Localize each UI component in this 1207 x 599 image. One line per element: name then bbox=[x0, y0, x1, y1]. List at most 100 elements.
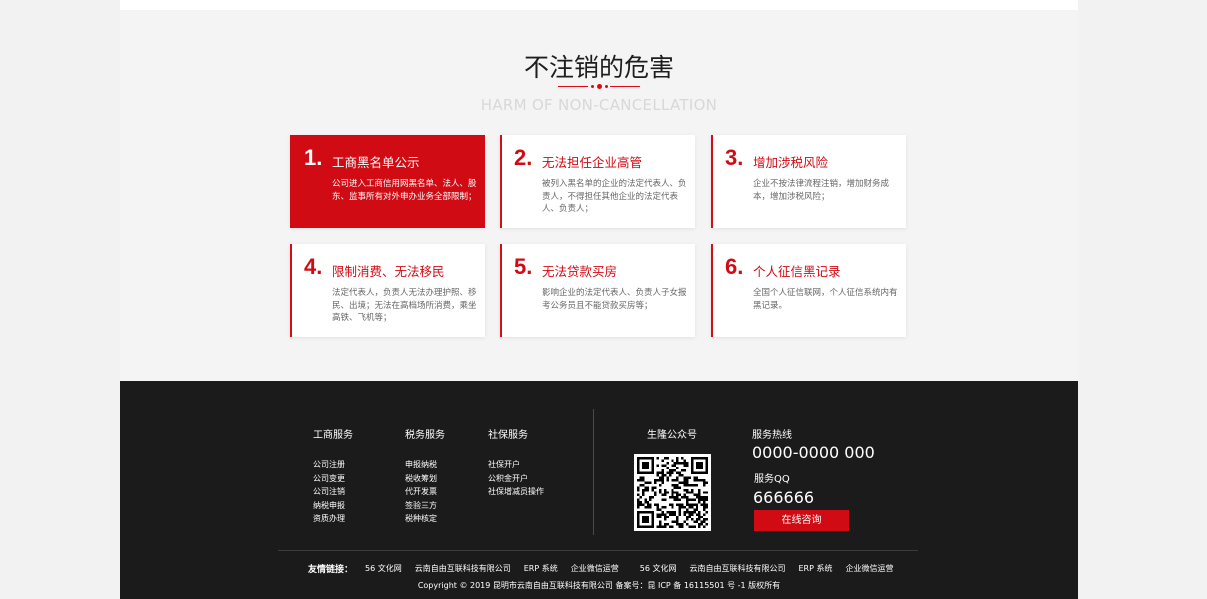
qr-module bbox=[671, 493, 674, 497]
qr-module bbox=[698, 510, 701, 514]
qr-module bbox=[681, 461, 684, 465]
qr-module bbox=[659, 491, 662, 494]
qr-module bbox=[698, 518, 701, 521]
qr-module bbox=[637, 469, 640, 472]
qr-module bbox=[685, 508, 689, 511]
qr-module bbox=[651, 457, 655, 460]
qr-module bbox=[698, 498, 701, 502]
qr-module bbox=[678, 461, 682, 465]
footer-link[interactable]: 社保增减员操作 bbox=[488, 485, 544, 499]
qr-module bbox=[671, 503, 674, 506]
qr-module bbox=[690, 505, 694, 509]
footer-link[interactable]: 税收筹划 bbox=[405, 472, 445, 486]
qr-module bbox=[654, 479, 657, 482]
footer-link[interactable]: 申报纳税 bbox=[405, 458, 445, 472]
qr-module bbox=[666, 510, 669, 514]
footer-link[interactable]: 公司变更 bbox=[313, 472, 353, 486]
qr-module bbox=[668, 469, 672, 472]
qr-module bbox=[663, 525, 667, 528]
footer-link[interactable]: 资质办理 bbox=[313, 512, 353, 526]
qr-module bbox=[688, 476, 691, 480]
qr-module bbox=[671, 471, 674, 475]
qr-module bbox=[654, 486, 657, 489]
footer-link[interactable]: 公积金开户 bbox=[488, 472, 544, 486]
qr-module bbox=[685, 488, 689, 492]
qr-module bbox=[690, 464, 694, 467]
qr-module bbox=[671, 483, 674, 487]
qr-module bbox=[644, 505, 647, 509]
footer-link[interactable]: 公司注销 bbox=[313, 485, 353, 499]
footer-link[interactable]: 社保开户 bbox=[488, 458, 544, 472]
qr-module bbox=[639, 510, 642, 514]
harm-card-2[interactable]: 2. 无法担任企业高管 被列入黑名单的企业的法定代表人、负责人，不得担任其他企业… bbox=[500, 135, 695, 228]
friend-link[interactable]: 56 文化网 bbox=[640, 563, 677, 574]
qr-module bbox=[644, 461, 647, 465]
qr-module bbox=[646, 510, 650, 514]
qr-module bbox=[676, 483, 679, 487]
qr-module bbox=[705, 457, 708, 460]
qr-module bbox=[651, 513, 655, 516]
friend-link[interactable]: ERP 系统 bbox=[524, 563, 558, 574]
qr-module bbox=[641, 503, 645, 506]
qr-module bbox=[705, 464, 708, 467]
friend-link[interactable]: 企业微信运营 bbox=[845, 563, 893, 574]
harm-card-3[interactable]: 3. 增加涉税风险 企业不按法律流程注销，增加财务成本，增加涉税风险； bbox=[711, 135, 906, 228]
footer-link[interactable]: 公司注册 bbox=[313, 458, 353, 472]
qr-module bbox=[683, 513, 686, 516]
qr-module bbox=[700, 479, 704, 482]
qr-module bbox=[676, 503, 679, 506]
card-title: 无法贷款买房 bbox=[542, 264, 618, 279]
qr-module bbox=[695, 496, 699, 499]
qr-module bbox=[698, 491, 701, 494]
qr-module bbox=[671, 496, 674, 499]
online-consult-button[interactable]: 在线咨询 bbox=[754, 510, 849, 531]
qr-module bbox=[649, 503, 652, 506]
footer-link[interactable]: 代开发票 bbox=[405, 485, 445, 499]
qr-module bbox=[646, 486, 650, 489]
qr-module bbox=[671, 459, 674, 462]
friend-link[interactable]: 云南自由互联科技有限公司 bbox=[415, 563, 511, 574]
qr-module bbox=[654, 503, 657, 506]
qr-module bbox=[681, 523, 684, 526]
qr-module bbox=[676, 486, 679, 489]
footer-link[interactable]: 纳税申报 bbox=[313, 499, 353, 513]
qr-module bbox=[641, 518, 645, 521]
harm-card-4[interactable]: 4. 限制消费、无法移民 法定代表人，负责人无法办理护照、移民、出境；无法在高档… bbox=[290, 244, 485, 337]
qr-module bbox=[685, 483, 689, 487]
qr-module bbox=[656, 474, 660, 477]
qr-module bbox=[703, 491, 706, 494]
qr-module bbox=[637, 510, 640, 514]
harm-card-5[interactable]: 5. 无法贷款买房 影响企业的法定代表人、负责人子女报考公务员且不能贷款买房等； bbox=[500, 244, 695, 337]
qr-module bbox=[663, 505, 667, 509]
qr-module bbox=[644, 486, 647, 489]
footer-link[interactable]: 税种核定 bbox=[405, 512, 445, 526]
qr-module bbox=[695, 461, 699, 465]
qr-module bbox=[681, 505, 684, 509]
friend-link[interactable]: 云南自由互联科技有限公司 bbox=[689, 563, 785, 574]
qr-module bbox=[661, 479, 664, 482]
qr-module bbox=[695, 466, 699, 470]
qr-module bbox=[695, 471, 699, 475]
hotline-label: 服务热线 bbox=[752, 430, 792, 441]
friend-link[interactable]: 56 文化网 bbox=[365, 563, 402, 574]
qr-module bbox=[641, 471, 645, 475]
harm-card-1[interactable]: 1. 工商黑名单公示 公司进入工商信用网黑名单、法人、股东、监事所有对外申办业务… bbox=[290, 135, 485, 228]
friend-link[interactable]: 企业微信运营 bbox=[571, 563, 619, 574]
qr-module bbox=[651, 523, 655, 526]
qr-module bbox=[705, 466, 708, 470]
qr-module bbox=[698, 515, 701, 519]
qr-module bbox=[661, 510, 664, 514]
qr-module bbox=[637, 515, 640, 519]
qr-module bbox=[678, 510, 682, 514]
qr-module bbox=[661, 474, 664, 477]
qr-module bbox=[666, 515, 669, 519]
footer-link[interactable]: 签验三方 bbox=[405, 499, 445, 513]
qr-module bbox=[641, 466, 645, 470]
qr-module bbox=[681, 469, 684, 472]
qr-module bbox=[661, 464, 664, 467]
qr-module bbox=[663, 474, 667, 477]
harm-card-6[interactable]: 6. 个人征信黑记录 全国个人征信联网，个人征信系统内有黑记录。 bbox=[711, 244, 906, 337]
qr-module bbox=[641, 476, 645, 480]
qr-module bbox=[661, 469, 664, 472]
friend-link[interactable]: ERP 系统 bbox=[798, 563, 832, 574]
